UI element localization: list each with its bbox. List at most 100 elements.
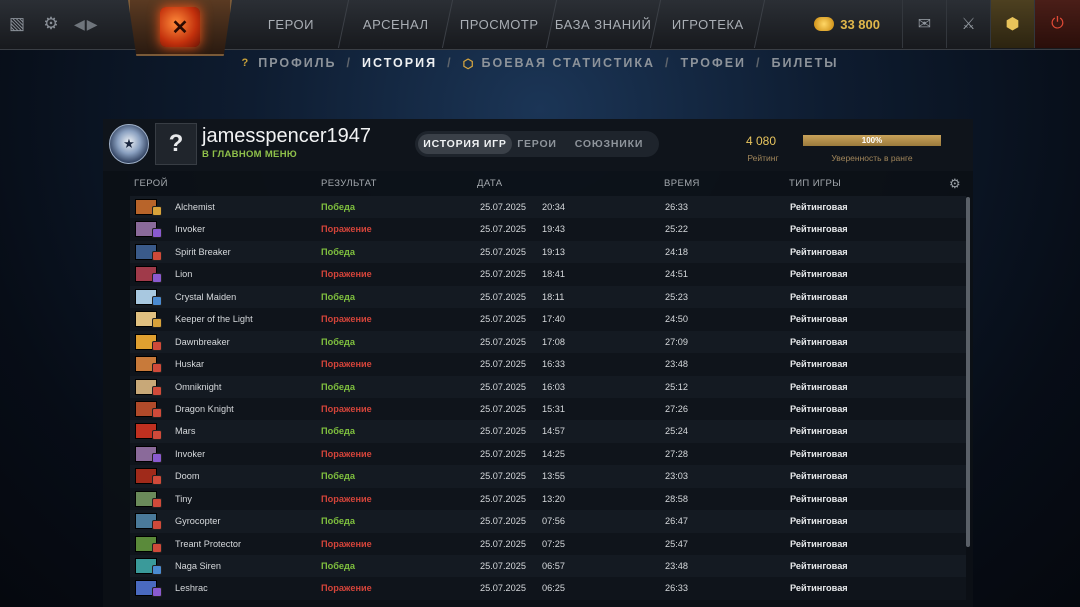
table-row[interactable]: Gyrocopter Победа 25.07.2025 07:56 26:47 Рейт… [130,510,966,533]
table-row[interactable]: Crystal Maiden Победа 25.07.2025 18:11 25:23… [130,285,966,309]
help-icon[interactable]: ? [242,57,251,69]
tab-heroes[interactable]: ГЕРОИ [512,134,562,154]
tab-match-history[interactable]: ИСТОРИЯ ИГР [418,134,512,154]
hero-attribute-icon [152,340,162,351]
match-result: Поражение [321,583,372,594]
subnav-separator: / [447,56,453,70]
subnav-battle-stats[interactable]: БОЕВАЯ СТАТИСТИКА [482,56,656,70]
col-duration[interactable]: ВРЕМЯ [664,178,700,189]
col-date[interactable]: ДАТА [477,178,502,189]
match-start-time: 06:57 [542,561,565,571]
game-type: Рейтинговая [790,538,848,549]
col-game-type[interactable]: ТИП ИГРЫ [789,178,841,189]
forward-arrow-icon[interactable]: ▶ [87,16,98,33]
table-row[interactable]: Invoker Поражение 25.07.2025 14:25 27:28 Рейт… [130,442,966,466]
table-row[interactable]: Dragon Knight Поражение 25.07.2025 15:31 27:… [130,397,966,421]
hero-name: Alchemist [175,202,215,212]
hero-attribute-icon [152,228,162,239]
items-icon[interactable]: ⚔ [946,0,990,48]
plus-level-icon[interactable]: ⬢ [990,0,1034,48]
hero-attribute-icon [152,430,162,441]
match-date: 25.07.2025 [480,202,526,212]
plus-hex-icon: ⬡ [462,56,476,71]
subnav-history[interactable]: ИСТОРИЯ [362,56,437,70]
avatar[interactable]: ? [155,123,197,165]
match-duration: 24:50 [665,314,688,325]
subnav-profile[interactable]: ПРОФИЛЬ [258,56,336,70]
table-row[interactable]: Omniknight Победа 25.07.2025 16:03 25:12 Рейт… [130,375,966,398]
rating-value: 4 080 [745,134,777,148]
nav-label: ГЕРОИ [268,16,315,32]
hero-name: Omniknight [175,381,222,392]
nav-label: АРСЕНАЛ [362,16,429,32]
match-start-time: 18:41 [542,269,565,280]
match-result: Поражение [321,269,372,280]
rank-confidence-bar: 100% [803,135,941,146]
hero-attribute-icon [152,452,162,463]
nav-armory[interactable]: АРСЕНАЛ [338,0,454,48]
table-row[interactable]: Doom Победа 25.07.2025 13:55 23:03 Рейтингова… [130,465,966,488]
table-row[interactable]: Lion Поражение 25.07.2025 18:41 24:51 Рейтинг… [130,263,966,286]
table-row[interactable]: Spirit Breaker Победа 25.07.2025 19:13 24:18… [130,240,966,264]
match-date: 25.07.2025 [480,224,526,235]
game-type: Рейтинговая [790,336,848,347]
match-date: 25.07.2025 [480,583,526,594]
shards-counter[interactable]: 33 800 [814,17,880,32]
table-row[interactable]: Tiny Поражение 25.07.2025 13:20 28:58 Рейтинг… [130,487,966,511]
power-icon[interactable]: ⏻ [1034,0,1080,48]
col-result[interactable]: РЕЗУЛЬТАТ [321,178,377,189]
subnav-trophies[interactable]: ТРОФЕИ [681,56,747,70]
nav-arcade[interactable]: ИГРОТЕКА [650,0,766,48]
match-start-time: 19:43 [542,224,565,235]
nav-watch[interactable]: ПРОСМОТР [442,0,558,48]
table-row[interactable]: Invoker Поражение 25.07.2025 19:43 25:22 Рейт… [130,218,966,241]
match-duration: 25:23 [665,291,688,302]
match-duration: 26:33 [665,202,688,212]
match-duration: 26:47 [665,516,688,527]
main-nav: ГЕРОИ АРСЕНАЛ ПРОСМОТР БАЗА ЗНАНИЙ ИГРОТ… [234,0,766,48]
table-row[interactable]: Treant Protector Поражение 25.07.2025 07:25… [130,532,966,555]
rating-label: Рейтинг [747,153,779,163]
match-result: Победа [321,426,355,437]
match-start-time: 17:08 [542,336,565,347]
hero-attribute-icon [152,587,162,598]
table-row[interactable]: Naga Siren Победа 25.07.2025 06:57 23:48 Рейт… [130,555,966,578]
history-tabs: ИСТОРИЯ ИГР ГЕРОИ СОЮЗНИКИ [415,131,659,157]
match-start-time: 16:03 [542,381,565,392]
dashboard-icon[interactable]: ▧ [0,0,34,48]
game-type: Рейтинговая [790,403,848,414]
table-row[interactable]: Dawnbreaker Победа 25.07.2025 17:08 27:09 Рей… [130,330,966,354]
col-hero[interactable]: ГЕРОЙ [134,178,168,189]
back-arrow-icon[interactable]: ◀ [74,16,85,33]
gear-icon[interactable]: ⚙ [949,176,961,192]
rank-medal-icon[interactable]: ★ [109,124,149,164]
match-duration: 25:22 [665,224,688,235]
match-start-time: 07:56 [542,516,565,527]
nav-heroes[interactable]: ГЕРОИ [234,0,350,48]
hero-attribute-icon [152,250,162,261]
subnav-tickets[interactable]: БИЛЕТЫ [772,56,839,70]
table-row[interactable]: Keeper of the Light Поражение 25.07.2025 17… [130,308,966,331]
match-start-time: 14:25 [542,448,565,459]
match-date: 25.07.2025 [480,381,526,392]
gear-icon[interactable]: ⚙ [34,0,68,48]
nav-learn[interactable]: БАЗА ЗНАНИЙ [546,0,662,48]
subnav-separator: / [756,56,762,70]
table-row[interactable]: Leshrac Поражение 25.07.2025 06:25 26:33 Рейт… [130,577,966,600]
chat-icon[interactable]: ✉ [902,0,946,48]
profile-subnav: ? ПРОФИЛЬ / ИСТОРИЯ / ⬡ БОЕВАЯ СТАТИСТИК… [0,52,1080,74]
hero-name: Spirit Breaker [175,246,231,257]
table-row[interactable]: Alchemist Победа 25.07.2025 20:34 26:33 Рейти… [130,196,966,219]
match-duration: 28:58 [665,493,688,504]
main-logo-button[interactable]: ✕ [128,0,232,56]
shards-value: 33 800 [840,16,880,32]
table-row[interactable]: Mars Победа 25.07.2025 14:57 25:24 Рейтингова… [130,420,966,443]
table-row[interactable]: Huskar Поражение 25.07.2025 16:33 23:48 Рейти… [130,353,966,376]
hero-attribute-icon [152,385,162,396]
scrollbar[interactable] [966,197,970,547]
match-duration: 23:48 [665,359,688,370]
match-date: 25.07.2025 [480,471,526,482]
tab-allies[interactable]: СОЮЗНИКИ [562,134,656,154]
hero-name: Crystal Maiden [175,291,237,302]
match-result: Победа [321,381,355,392]
